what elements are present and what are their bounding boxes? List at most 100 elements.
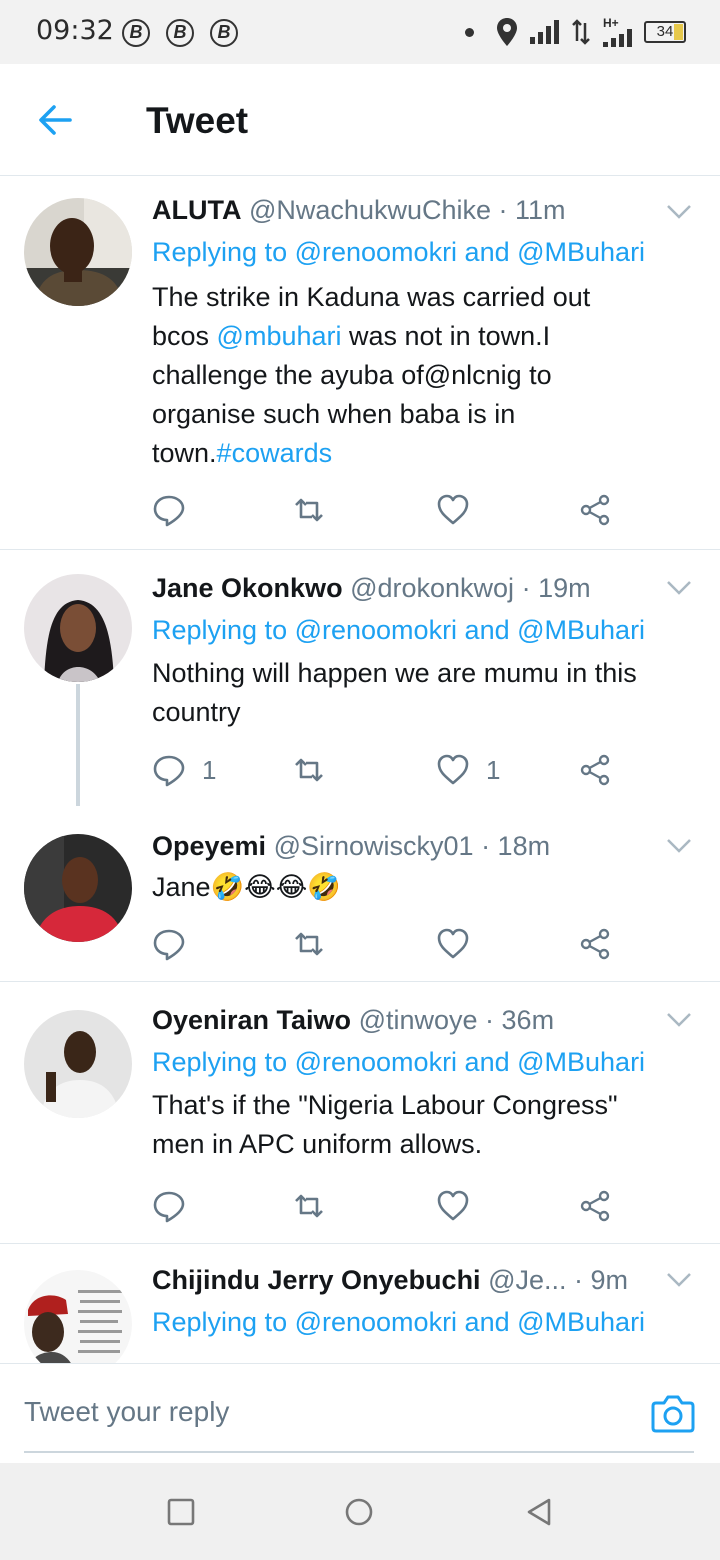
reply-input[interactable]: Tweet your reply xyxy=(24,1396,229,1428)
reply-feed[interactable]: ALUTA @NwachukwuChike · 11m Replying to … xyxy=(0,176,720,1363)
like-button[interactable] xyxy=(436,1186,470,1226)
share-button[interactable] xyxy=(578,924,612,964)
chevron-down-icon[interactable] xyxy=(666,838,692,854)
avatar[interactable] xyxy=(24,834,132,942)
camera-icon[interactable] xyxy=(650,1390,696,1436)
retweet-icon xyxy=(295,498,323,522)
display-name[interactable]: Opeyemi xyxy=(152,831,266,861)
tweet-actions xyxy=(152,924,632,964)
retweet-icon xyxy=(295,932,323,956)
recents-square-icon[interactable] xyxy=(166,1497,196,1527)
chevron-down-icon[interactable] xyxy=(666,580,692,596)
b-notification-icon: B xyxy=(210,19,238,47)
network-type: H+ xyxy=(603,17,632,47)
chevron-down-icon[interactable] xyxy=(666,204,692,220)
tweet-text-segment: organise such when baba is in xyxy=(152,399,516,429)
tweet-text: That's if the "Nigeria Labour Congress" m… xyxy=(152,1086,697,1164)
replying-to: Replying to @renoomokri and @MBuhari xyxy=(152,237,646,267)
tweet-text-line: town.#cowards xyxy=(152,434,697,473)
back-triangle-icon[interactable] xyxy=(524,1497,554,1527)
tweet-item[interactable]: Opeyemi @Sirnowiscky01 · 18m Jane🤣😂😂🤣 xyxy=(0,800,720,982)
thread-connector xyxy=(76,684,80,806)
avatar[interactable] xyxy=(24,1270,132,1363)
reply-icon xyxy=(153,495,185,527)
tweet-time: · 36m xyxy=(485,1005,555,1035)
retweet-button[interactable] xyxy=(292,924,326,964)
display-name[interactable]: Chijindu Jerry Onyebuchi xyxy=(152,1265,481,1295)
replying-to: Replying to @renoomokri and @MBuhari xyxy=(152,1047,646,1077)
reply-icon xyxy=(153,755,185,787)
reply-icon xyxy=(153,929,185,961)
user-handle[interactable]: @Sirnowiscky01 xyxy=(274,831,474,861)
mention-link[interactable]: @renoomokri and @MBuhari xyxy=(295,615,645,645)
share-icon xyxy=(580,754,610,786)
battery-icon: 34 xyxy=(644,21,686,43)
retweet-button[interactable] xyxy=(292,1186,326,1226)
replying-to: Replying to @renoomokri and @MBuhari xyxy=(152,615,646,645)
like-button[interactable]: 1 xyxy=(436,750,500,790)
user-handle[interactable]: @tinwoye xyxy=(359,1005,478,1035)
user-handle[interactable]: @drokonkwoj xyxy=(350,573,514,603)
share-button[interactable] xyxy=(578,750,612,790)
chevron-down-icon[interactable] xyxy=(666,1272,692,1288)
user-handle[interactable]: @Je... xyxy=(488,1265,566,1295)
tweet-header: Opeyemi @Sirnowiscky01 · 18m xyxy=(152,828,550,864)
tweet-text-segment: country xyxy=(152,697,241,727)
share-icon xyxy=(580,494,610,526)
location-icon xyxy=(497,18,517,46)
inline-link[interactable]: @mbuhari xyxy=(217,321,342,351)
reply-button[interactable] xyxy=(152,924,186,964)
reply-composer: Tweet your reply xyxy=(0,1363,720,1463)
home-circle-icon[interactable] xyxy=(344,1497,374,1527)
tweet-item[interactable]: ALUTA @NwachukwuChike · 11m Replying to … xyxy=(0,176,720,550)
share-button[interactable] xyxy=(578,490,612,530)
retweet-icon xyxy=(295,758,323,782)
notification-dot-icon xyxy=(465,27,474,37)
mention-link[interactable]: @renoomokri and @MBuhari xyxy=(295,1047,645,1077)
tweet-text-line: That's if the "Nigeria Labour Congress" xyxy=(152,1086,697,1125)
like-button[interactable] xyxy=(436,924,470,964)
tweet-item[interactable]: Chijindu Jerry Onyebuchi @Je... · 9m Rep… xyxy=(0,1244,720,1363)
reply-button[interactable] xyxy=(152,1186,186,1226)
reply-icon xyxy=(153,1191,185,1223)
display-name[interactable]: Jane Okonkwo xyxy=(152,573,343,603)
reply-button[interactable] xyxy=(152,490,202,530)
avatar[interactable] xyxy=(24,198,132,306)
tweet-time: · 9m xyxy=(574,1265,629,1295)
signal-icon xyxy=(603,29,632,47)
like-count: 1 xyxy=(486,754,501,785)
share-button[interactable] xyxy=(578,1186,612,1226)
tweet-time: · 11m xyxy=(498,195,566,225)
retweet-button[interactable] xyxy=(292,750,326,790)
app-header: Tweet xyxy=(0,64,720,176)
chevron-down-icon[interactable] xyxy=(666,1012,692,1028)
reply-input-underline xyxy=(24,1451,694,1453)
tweet-text-line: The strike in Kaduna was carried out xyxy=(152,278,697,317)
tweet-text-segment: was not in town.I xyxy=(341,321,551,351)
tweet-text: The strike in Kaduna was carried out bcos… xyxy=(152,278,697,473)
tweet-text-line: men in APC uniform allows. xyxy=(152,1125,697,1164)
display-name[interactable]: ALUTA xyxy=(152,195,241,225)
reply-button[interactable]: 1 xyxy=(152,750,216,790)
tweet-text-line: organise such when baba is in xyxy=(152,395,697,434)
mention-link[interactable]: @renoomokri and @MBuhari xyxy=(295,1307,645,1337)
retweet-button[interactable] xyxy=(292,490,326,530)
tweet-actions: 1 1 xyxy=(152,750,632,790)
tweet-time: · 18m xyxy=(481,831,551,861)
tweet-item[interactable]: Oyeniran Taiwo @tinwoye · 36m Replying t… xyxy=(0,982,720,1244)
reply-count: 1 xyxy=(202,754,217,785)
display-name[interactable]: Oyeniran Taiwo xyxy=(152,1005,351,1035)
replying-to: Replying to @renoomokri and @MBuhari xyxy=(152,1307,646,1337)
mention-link[interactable]: @renoomokri and @MBuhari xyxy=(295,237,645,267)
back-arrow-icon[interactable] xyxy=(28,92,84,148)
tweet-header: Jane Okonkwo @drokonkwoj · 19m xyxy=(152,570,591,606)
user-handle[interactable]: @NwachukwuChike xyxy=(249,195,491,225)
data-transfer-icon xyxy=(572,19,590,45)
tweet-text-line: Jane🤣😂😂🤣 xyxy=(152,868,697,907)
like-button[interactable] xyxy=(436,490,486,530)
avatar[interactable] xyxy=(24,1010,132,1118)
avatar[interactable] xyxy=(24,574,132,682)
inline-link[interactable]: #cowards xyxy=(217,438,333,468)
tweet-text-line: bcos @mbuhari was not in town.I xyxy=(152,317,697,356)
tweet-item[interactable]: Jane Okonkwo @drokonkwoj · 19m Replying … xyxy=(0,550,720,806)
